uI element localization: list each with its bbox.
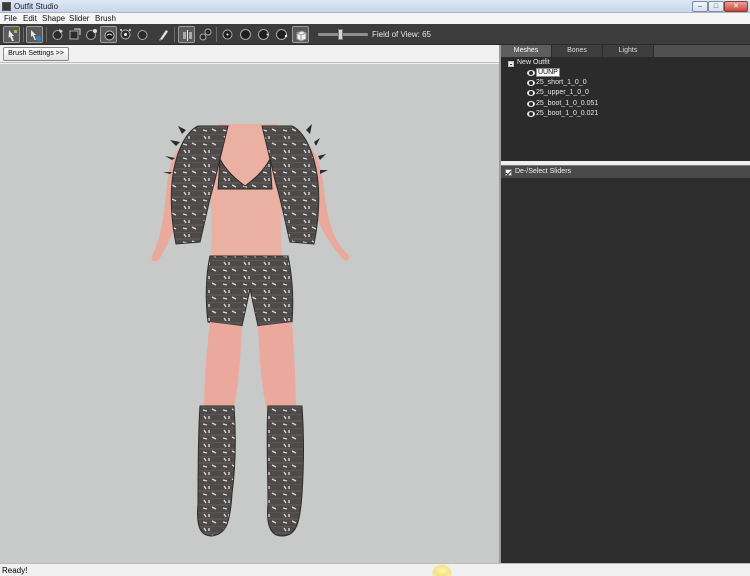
collapse-toggle[interactable] [508, 61, 514, 67]
mask-brush-icon [52, 29, 63, 40]
cube-icon [296, 30, 307, 42]
status-text: Ready! [2, 566, 28, 575]
move-brush-button[interactable] [100, 26, 117, 43]
menu-shape[interactable]: Shape [42, 14, 65, 23]
inflate-brush-button[interactable] [66, 26, 83, 43]
brush-size-xl-icon [276, 29, 288, 40]
brush-settings-button[interactable]: Brush Settings >> [3, 47, 69, 61]
color-brush-button[interactable] [155, 26, 172, 43]
status-bar: Ready! [0, 563, 750, 576]
inflate-brush-icon [69, 28, 81, 40]
color-brush-icon [159, 30, 168, 41]
tree-root-label[interactable]: New Outfit [517, 59, 550, 66]
field-of-view-slider-thumb[interactable] [338, 29, 343, 40]
maximize-button[interactable]: □ [708, 1, 724, 12]
window-title: Outfit Studio [14, 2, 59, 11]
menu-edit[interactable]: Edit [23, 14, 37, 23]
mask-brush-button[interactable] [49, 26, 66, 43]
3d-viewport[interactable] [0, 64, 499, 563]
menu-brush[interactable]: Brush [95, 14, 116, 23]
visibility-eye-icon[interactable] [527, 111, 535, 117]
smooth-brush-button[interactable] [117, 26, 134, 43]
connected-only-button[interactable] [197, 26, 214, 43]
brush-size-small-button[interactable] [219, 26, 236, 43]
menu-slider[interactable]: Slider [69, 14, 89, 23]
title-bar: Outfit Studio – □ ✕ [0, 0, 750, 13]
deflate-brush-icon [86, 29, 97, 40]
transform-brush-icon [31, 30, 41, 41]
brush-size-medium-icon [240, 29, 251, 40]
mesh-item[interactable]: 25_boot_1_0_0.021 [536, 110, 598, 117]
right-panel: Meshes Bones Lights New Outfit UUNP 25_s… [501, 45, 750, 563]
brush-size-medium-button[interactable] [237, 26, 254, 43]
panel-tabs: Meshes Bones Lights [501, 45, 750, 57]
smooth-brush-icon [120, 29, 131, 40]
visibility-eye-icon[interactable] [527, 90, 535, 96]
weight-brush-button[interactable] [134, 26, 151, 43]
tab-meshes[interactable]: Meshes [501, 45, 552, 57]
tab-bones[interactable]: Bones [552, 45, 603, 57]
brush-size-small-icon [222, 29, 233, 40]
brush-size-large-icon [258, 29, 269, 40]
toolbar: Field of View: 65 [0, 24, 750, 45]
outfit-model [151, 124, 350, 537]
mesh-item-uunp[interactable]: UUNP [536, 68, 560, 77]
tab-lights[interactable]: Lights [603, 45, 654, 57]
menu-bar: File Edit Shape Slider Brush [0, 13, 750, 24]
sliders-header: De-/Select Sliders [501, 165, 750, 178]
brush-size-large-button[interactable] [255, 26, 272, 43]
move-brush-icon [104, 30, 115, 41]
connected-only-icon [199, 28, 212, 41]
mirror-x-icon [183, 30, 192, 41]
mirror-x-button[interactable] [178, 26, 195, 43]
mesh-item[interactable]: 25_short_1_0_0 [536, 79, 587, 86]
transform-brush-button[interactable] [26, 26, 43, 43]
visibility-eye-icon[interactable] [527, 101, 535, 107]
mesh-item[interactable]: 25_upper_1_0_0 [536, 89, 589, 96]
select-brush-button[interactable] [3, 26, 20, 43]
deflate-brush-button[interactable] [83, 26, 100, 43]
select-sliders-label[interactable]: De-/Select Sliders [515, 168, 571, 175]
select-brush-icon [8, 30, 17, 41]
minimize-button[interactable]: – [692, 1, 708, 12]
viewport-header: Brush Settings >> [0, 45, 499, 63]
field-of-view-label: Field of View: 65 [372, 30, 431, 39]
select-sliders-checkbox[interactable] [505, 169, 512, 176]
visibility-eye-icon[interactable] [527, 70, 535, 76]
brush-size-xl-button[interactable] [273, 26, 290, 43]
weight-brush-icon [137, 30, 148, 40]
app-icon [2, 2, 11, 11]
menu-file[interactable]: File [4, 14, 17, 23]
mesh-tree: New Outfit UUNP 25_short_1_0_0 25_upper_… [501, 57, 750, 161]
field-of-view-slider-track[interactable] [318, 33, 368, 36]
close-button[interactable]: ✕ [724, 1, 748, 12]
sliders-list[interactable] [501, 178, 750, 563]
cube-view-button[interactable] [292, 26, 309, 43]
visibility-eye-icon[interactable] [527, 80, 535, 86]
mesh-item[interactable]: 25_boot_1_0_0.051 [536, 100, 598, 107]
